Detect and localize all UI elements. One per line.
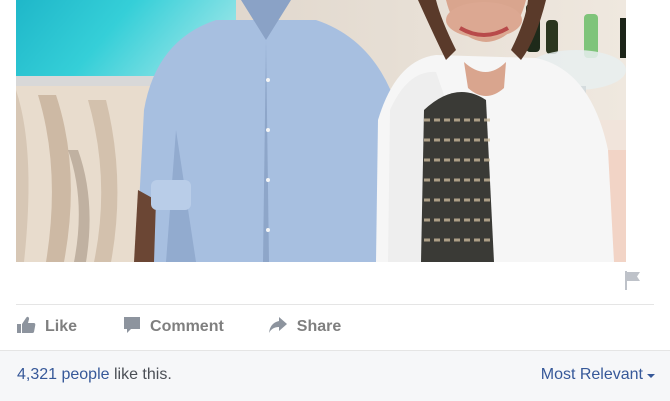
like-button[interactable]: Like — [16, 316, 77, 339]
likes-suffix: like this. — [109, 366, 172, 383]
post-meta-row — [16, 262, 654, 304]
post-photo-image — [16, 0, 626, 262]
post-action-bar: Like Comment Share — [16, 305, 654, 349]
comment-button[interactable]: Comment — [123, 316, 224, 339]
likes-count-link[interactable]: 4,321 people — [17, 366, 110, 383]
share-arrow-icon — [268, 316, 288, 339]
sort-label: Most Relevant — [540, 366, 643, 383]
thumbs-up-icon — [16, 316, 36, 339]
share-label: Share — [296, 318, 342, 335]
share-button[interactable]: Share — [268, 316, 341, 339]
caret-down-icon — [647, 374, 655, 378]
like-label: Like — [45, 318, 78, 335]
speech-bubble-icon — [123, 316, 141, 339]
comment-label: Comment — [150, 318, 224, 335]
flag-icon[interactable] — [623, 269, 643, 291]
likes-summary: 4,321 people like this. — [17, 366, 172, 384]
likes-summary-row: 4,321 people like this. Most Relevant — [0, 350, 670, 401]
comment-sort-dropdown[interactable]: Most Relevant — [541, 366, 655, 384]
post-photo[interactable] — [16, 0, 626, 262]
